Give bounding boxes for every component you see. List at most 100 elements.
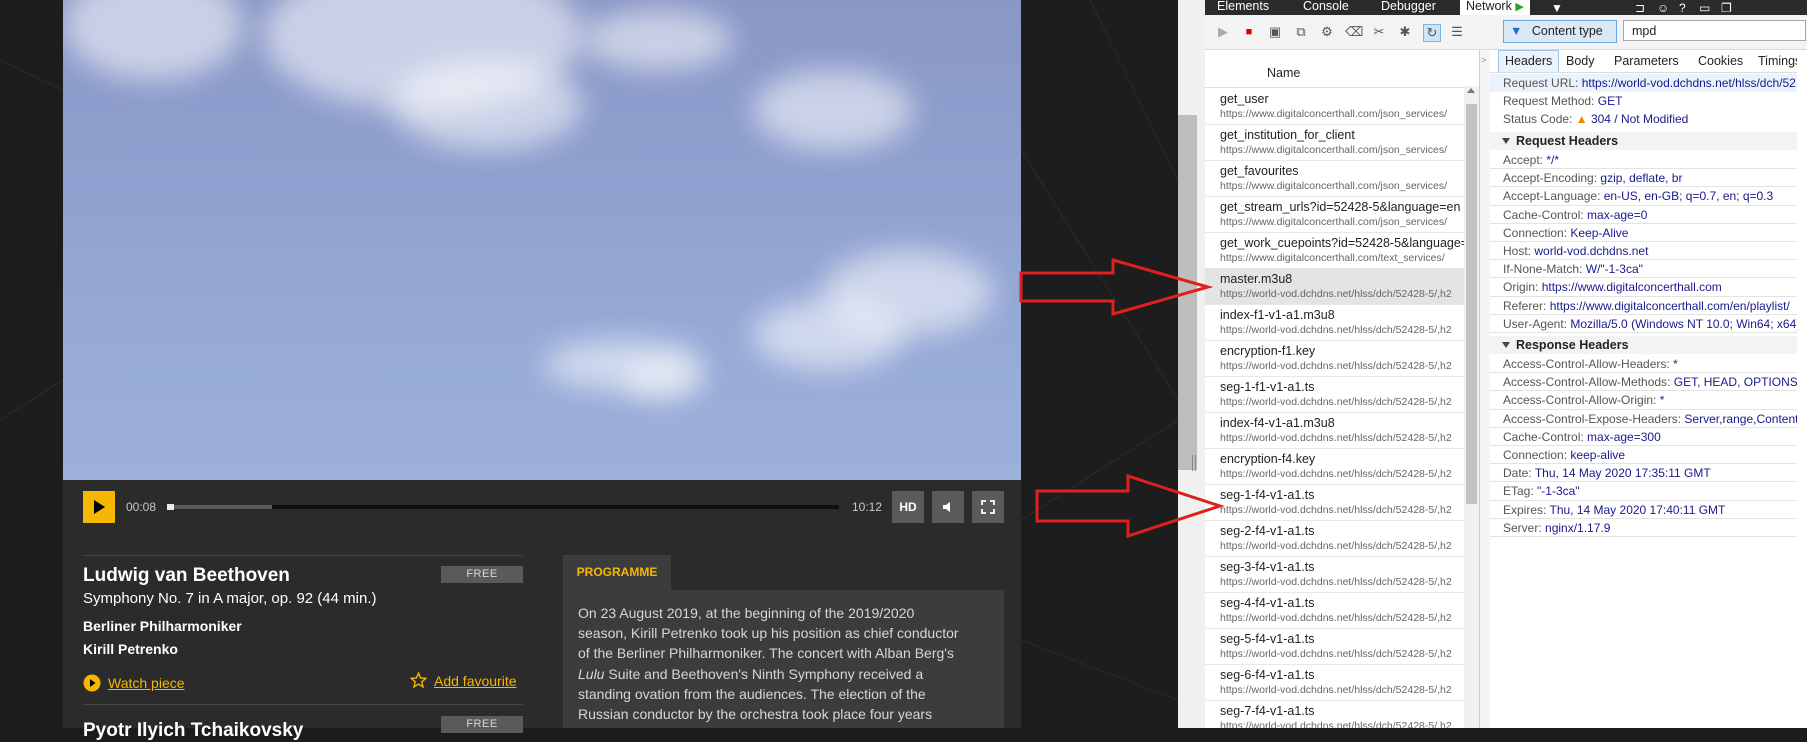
progress-track[interactable] bbox=[167, 504, 839, 510]
undock-icon[interactable]: ❐ bbox=[1721, 1, 1732, 15]
collapse-chevron-icon[interactable]: > bbox=[1481, 55, 1486, 65]
request-header-row[interactable]: If-None-Match: W/"-1-3ca" bbox=[1503, 262, 1643, 276]
export-icon[interactable]: ⧉ bbox=[1293, 24, 1309, 40]
clear-cookies-icon[interactable]: ✂ bbox=[1371, 24, 1387, 40]
request-row[interactable]: get_institution_for_client https://www.di… bbox=[1205, 124, 1464, 161]
request-row[interactable]: seg-1-f4-v1-a1.ts https://world-vod.dchdn… bbox=[1205, 484, 1464, 521]
request-header-row[interactable]: Origin: https://www.digitalconcerthall.c… bbox=[1503, 280, 1722, 294]
detail-tab-timings[interactable]: Timings bbox=[1758, 54, 1797, 68]
dock-icon[interactable]: ▭ bbox=[1699, 1, 1710, 15]
request-row[interactable]: seg-1-f1-v1-a1.ts https://world-vod.dchdn… bbox=[1205, 376, 1464, 413]
request-header-row[interactable]: Accept-Language: en-US, en-GB; q=0.7, en… bbox=[1503, 189, 1773, 203]
request-url: https://world-vod.dchdns.net/hlss/dch/52… bbox=[1220, 612, 1452, 624]
fullscreen-button[interactable] bbox=[972, 491, 1004, 523]
general-row[interactable]: Request Method: GET bbox=[1503, 94, 1622, 108]
add-favourite-link[interactable]: Add favourite bbox=[410, 672, 517, 689]
response-header-row[interactable]: Access-Control-Allow-Methods: GET, HEAD,… bbox=[1503, 375, 1797, 389]
request-name: seg-3-f4-v1-a1.ts bbox=[1220, 560, 1315, 574]
response-header-row[interactable]: Expires: Thu, 14 May 2020 17:40:11 GMT bbox=[1503, 503, 1725, 517]
request-name: get_stream_urls?id=52428-5&language=en bbox=[1220, 200, 1461, 214]
list-scroll-thumb[interactable] bbox=[1466, 104, 1477, 504]
request-row[interactable]: seg-5-f4-v1-a1.ts https://world-vod.dchdn… bbox=[1205, 628, 1464, 665]
devtools-resize-gutter[interactable] bbox=[1178, 0, 1205, 728]
request-row[interactable]: encryption-f1.key https://world-vod.dchdn… bbox=[1205, 340, 1464, 377]
video-frame[interactable] bbox=[63, 0, 1021, 480]
section-title: Request Headers bbox=[1516, 134, 1619, 148]
request-row[interactable]: seg-7-f4-v1-a1.ts https://world-vod.dchdn… bbox=[1205, 700, 1464, 728]
content-type-filter[interactable]: ▼ Content type bbox=[1503, 20, 1617, 43]
response-header-row[interactable]: Date: Thu, 14 May 2020 17:35:11 GMT bbox=[1503, 466, 1711, 480]
request-name: get_work_cuepoints?id=52428-5&language=e… bbox=[1220, 236, 1464, 250]
clear-cache-icon[interactable]: ⌫ bbox=[1345, 24, 1363, 40]
request-header-row[interactable]: Referer: https://www.digitalconcerthall.… bbox=[1503, 299, 1790, 313]
tab-debugger[interactable]: Debugger bbox=[1381, 0, 1436, 15]
settings-icon[interactable]: ⚙ bbox=[1319, 24, 1335, 40]
row-divider bbox=[1490, 313, 1797, 315]
bug-icon[interactable]: ✱ bbox=[1397, 24, 1413, 40]
general-row[interactable]: Status Code: ▲ 304 / Not Modified bbox=[1503, 112, 1688, 126]
watch-piece-link[interactable]: Watch piece bbox=[83, 674, 185, 692]
tab-elements[interactable]: Elements bbox=[1217, 0, 1269, 15]
stop-icon[interactable]: ■ bbox=[1241, 24, 1257, 40]
overflow-chevron-icon[interactable]: ▼ bbox=[1551, 1, 1563, 15]
request-row[interactable]: seg-2-f4-v1-a1.ts https://world-vod.dchdn… bbox=[1205, 520, 1464, 557]
detail-tab-body[interactable]: Body bbox=[1566, 54, 1595, 68]
request-row[interactable]: get_user https://www.digitalconcerthall.c… bbox=[1205, 88, 1464, 125]
detail-tab-headers[interactable]: Headers bbox=[1498, 50, 1560, 72]
header-key: ETag: bbox=[1503, 484, 1534, 499]
request-row[interactable]: get_favourites https://www.digitalconcert… bbox=[1205, 160, 1464, 197]
response-header-row[interactable]: ETag: "-1-3ca" bbox=[1503, 484, 1580, 498]
play-icon[interactable]: ▶ bbox=[1215, 24, 1231, 40]
request-header-row[interactable]: Host: world-vod.dchdns.net bbox=[1503, 244, 1648, 258]
help-icon[interactable]: ? bbox=[1679, 1, 1686, 15]
header-value: gzip, deflate, br bbox=[1600, 171, 1683, 186]
response-header-row[interactable]: Access-Control-Allow-Origin: * bbox=[1503, 393, 1664, 407]
request-headers-section[interactable]: Request Headers bbox=[1490, 132, 1797, 150]
filter-input[interactable]: mpd bbox=[1623, 20, 1806, 41]
header-value: Keep-Alive bbox=[1570, 225, 1629, 240]
response-header-row[interactable]: Access-Control-Allow-Headers: * bbox=[1503, 357, 1678, 371]
response-headers-section[interactable]: Response Headers bbox=[1490, 336, 1797, 354]
request-url: https://world-vod.dchdns.net/hlss/dch/52… bbox=[1220, 468, 1452, 480]
pane-splitter[interactable]: > bbox=[1480, 50, 1490, 728]
detail-tab-parameters[interactable]: Parameters bbox=[1614, 54, 1679, 68]
emoji-feedback-icon[interactable]: ☺ bbox=[1657, 1, 1669, 15]
general-row[interactable]: Request URL: https://world-vod.dchdns.ne… bbox=[1503, 76, 1796, 90]
request-header-row[interactable]: User-Agent: Mozilla/5.0 (Windows NT 10.0… bbox=[1503, 317, 1797, 331]
request-row[interactable]: get_stream_urls?id=52428-5&language=en ht… bbox=[1205, 196, 1464, 233]
request-header-row[interactable]: Accept-Encoding: gzip, deflate, br bbox=[1503, 171, 1682, 185]
request-row[interactable]: get_work_cuepoints?id=52428-5&language=e… bbox=[1205, 232, 1464, 269]
list-scrollbar[interactable] bbox=[1464, 86, 1479, 728]
request-row[interactable]: index-f4-v1-a1.m3u8 https://world-vod.dch… bbox=[1205, 412, 1464, 449]
progress-handle[interactable] bbox=[167, 504, 174, 510]
hd-button[interactable]: HD bbox=[892, 491, 924, 523]
play-circle-icon bbox=[83, 674, 101, 692]
response-header-row[interactable]: Access-Control-Expose-Headers: Server,ra… bbox=[1503, 412, 1797, 426]
save-icon[interactable]: ▣ bbox=[1267, 24, 1283, 40]
always-refresh-icon[interactable]: ↻ bbox=[1423, 24, 1441, 42]
tab-network[interactable]: Network ▶ bbox=[1460, 0, 1530, 15]
request-header-row[interactable]: Cache-Control: max-age=0 bbox=[1503, 208, 1647, 222]
response-header-row[interactable]: Server: nginx/1.17.9 bbox=[1503, 521, 1610, 535]
column-header-name[interactable]: Name bbox=[1267, 66, 1300, 80]
request-row[interactable]: index-f1-v1-a1.m3u8 https://world-vod.dch… bbox=[1205, 304, 1464, 341]
response-header-row[interactable]: Cache-Control: max-age=300 bbox=[1503, 430, 1661, 444]
request-row[interactable]: seg-4-f4-v1-a1.ts https://world-vod.dchdn… bbox=[1205, 592, 1464, 629]
play-button[interactable] bbox=[83, 491, 115, 523]
detail-tab-cookies[interactable]: Cookies bbox=[1698, 54, 1743, 68]
clear-list-icon[interactable]: ☰ bbox=[1449, 24, 1465, 40]
tab-console[interactable]: Console bbox=[1303, 0, 1349, 15]
request-row[interactable]: seg-3-f4-v1-a1.ts https://world-vod.dchdn… bbox=[1205, 556, 1464, 593]
scroll-up-icon[interactable] bbox=[1467, 88, 1475, 93]
gutter-scroll-thumb[interactable] bbox=[1178, 115, 1197, 470]
tab-programme[interactable]: PROGRAMME bbox=[563, 555, 671, 590]
request-row[interactable]: encryption-f4.key https://world-vod.dchdn… bbox=[1205, 448, 1464, 485]
request-row[interactable]: seg-6-f4-v1-a1.ts https://world-vod.dchdn… bbox=[1205, 664, 1464, 701]
console-toggle-icon[interactable]: ⊐ bbox=[1635, 1, 1645, 15]
volume-button[interactable] bbox=[932, 491, 964, 523]
splitter-handle[interactable] bbox=[1192, 455, 1196, 471]
response-header-row[interactable]: Connection: keep-alive bbox=[1503, 448, 1625, 462]
request-header-row[interactable]: Accept: */* bbox=[1503, 153, 1559, 167]
request-row[interactable]: master.m3u8 https://world-vod.dchdns.net/… bbox=[1205, 268, 1464, 305]
request-header-row[interactable]: Connection: Keep-Alive bbox=[1503, 226, 1628, 240]
